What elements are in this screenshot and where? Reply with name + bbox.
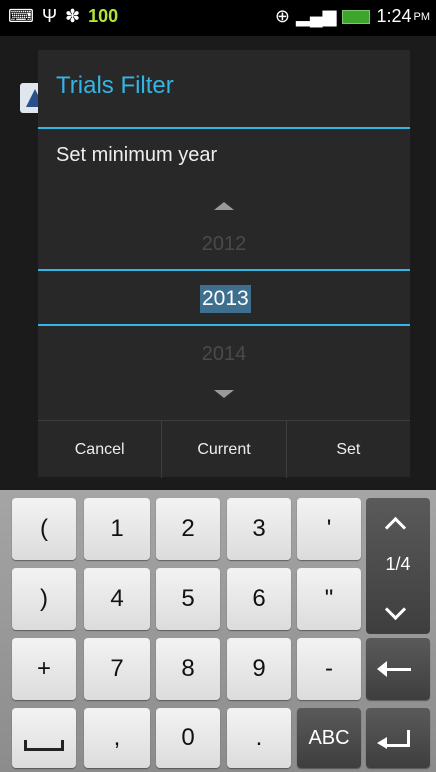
key-0[interactable]: 0 bbox=[156, 708, 220, 768]
battery-level-text: 100 bbox=[88, 6, 119, 26]
key-8[interactable]: 8 bbox=[156, 638, 220, 700]
keyboard-page-switcher[interactable]: 1/4 bbox=[366, 498, 430, 634]
status-bar: ⌨ Ψ ✽ 100 ⊕ ▂▄▆ 1:24 PM bbox=[0, 0, 436, 36]
cancel-button[interactable]: Cancel bbox=[38, 421, 161, 478]
picker-increment-icon[interactable] bbox=[214, 202, 234, 210]
dialog-title: Trials Filter bbox=[56, 72, 174, 99]
signal-icon: ▂▄▆ bbox=[296, 6, 337, 26]
trials-filter-dialog: Trials Filter Set minimum year 2012 2013… bbox=[38, 50, 410, 478]
page-up-icon[interactable] bbox=[384, 516, 407, 539]
key-7[interactable]: 7 bbox=[84, 638, 150, 700]
key-1[interactable]: 1 bbox=[84, 498, 150, 560]
key-minus[interactable]: - bbox=[297, 638, 361, 700]
key-plus[interactable]: + bbox=[12, 638, 76, 700]
usb-icon: Ψ bbox=[41, 6, 58, 26]
dialog-message: Set minimum year bbox=[56, 144, 218, 166]
picker-decrement-icon[interactable] bbox=[214, 390, 234, 398]
backspace-icon bbox=[377, 660, 411, 677]
picker-next-value[interactable]: 2014 bbox=[38, 343, 410, 366]
enter-icon bbox=[376, 729, 410, 749]
picker-previous-value[interactable]: 2012 bbox=[38, 233, 410, 256]
key-comma[interactable]: , bbox=[84, 708, 150, 768]
key-abc[interactable]: ABC bbox=[297, 708, 361, 768]
set-button[interactable]: Set bbox=[285, 421, 410, 478]
clock-ampm: PM bbox=[413, 10, 431, 23]
keyboard-page-indicator: 1/4 bbox=[385, 554, 411, 574]
key-6[interactable]: 6 bbox=[227, 568, 291, 630]
gps-icon: ⊕ bbox=[274, 6, 290, 26]
title-divider bbox=[38, 127, 410, 129]
enter-key[interactable] bbox=[366, 708, 430, 768]
dialog-button-bar: Cancel Current Set bbox=[38, 420, 410, 478]
picker-selection-bottom-line bbox=[38, 324, 410, 326]
key-9[interactable]: 9 bbox=[227, 638, 291, 700]
key-period[interactable]: . bbox=[227, 708, 291, 768]
clock: 1:24 bbox=[376, 6, 412, 26]
key-close-paren[interactable]: ) bbox=[12, 568, 76, 630]
current-button[interactable]: Current bbox=[161, 421, 285, 478]
backspace-key[interactable] bbox=[366, 638, 430, 700]
android-debug-icon: ✽ bbox=[65, 6, 81, 26]
key-double-quote[interactable]: " bbox=[297, 568, 361, 630]
space-icon bbox=[24, 739, 64, 751]
key-3[interactable]: 3 bbox=[227, 498, 291, 560]
numeric-keyboard: ( 1 2 3 ' ) 4 5 6 " + 7 8 9 - , 0 . ABC … bbox=[0, 490, 436, 772]
page-down-icon[interactable] bbox=[384, 598, 407, 621]
key-5[interactable]: 5 bbox=[156, 568, 220, 630]
key-2[interactable]: 2 bbox=[156, 498, 220, 560]
keyboard-icon: ⌨ bbox=[8, 6, 34, 26]
picker-selection-top-line bbox=[38, 269, 410, 271]
battery-icon bbox=[342, 9, 371, 24]
key-space[interactable] bbox=[12, 708, 76, 768]
key-4[interactable]: 4 bbox=[84, 568, 150, 630]
picker-current-value[interactable]: 2013 bbox=[200, 285, 251, 313]
key-apostrophe[interactable]: ' bbox=[297, 498, 361, 560]
key-open-paren[interactable]: ( bbox=[12, 498, 76, 560]
